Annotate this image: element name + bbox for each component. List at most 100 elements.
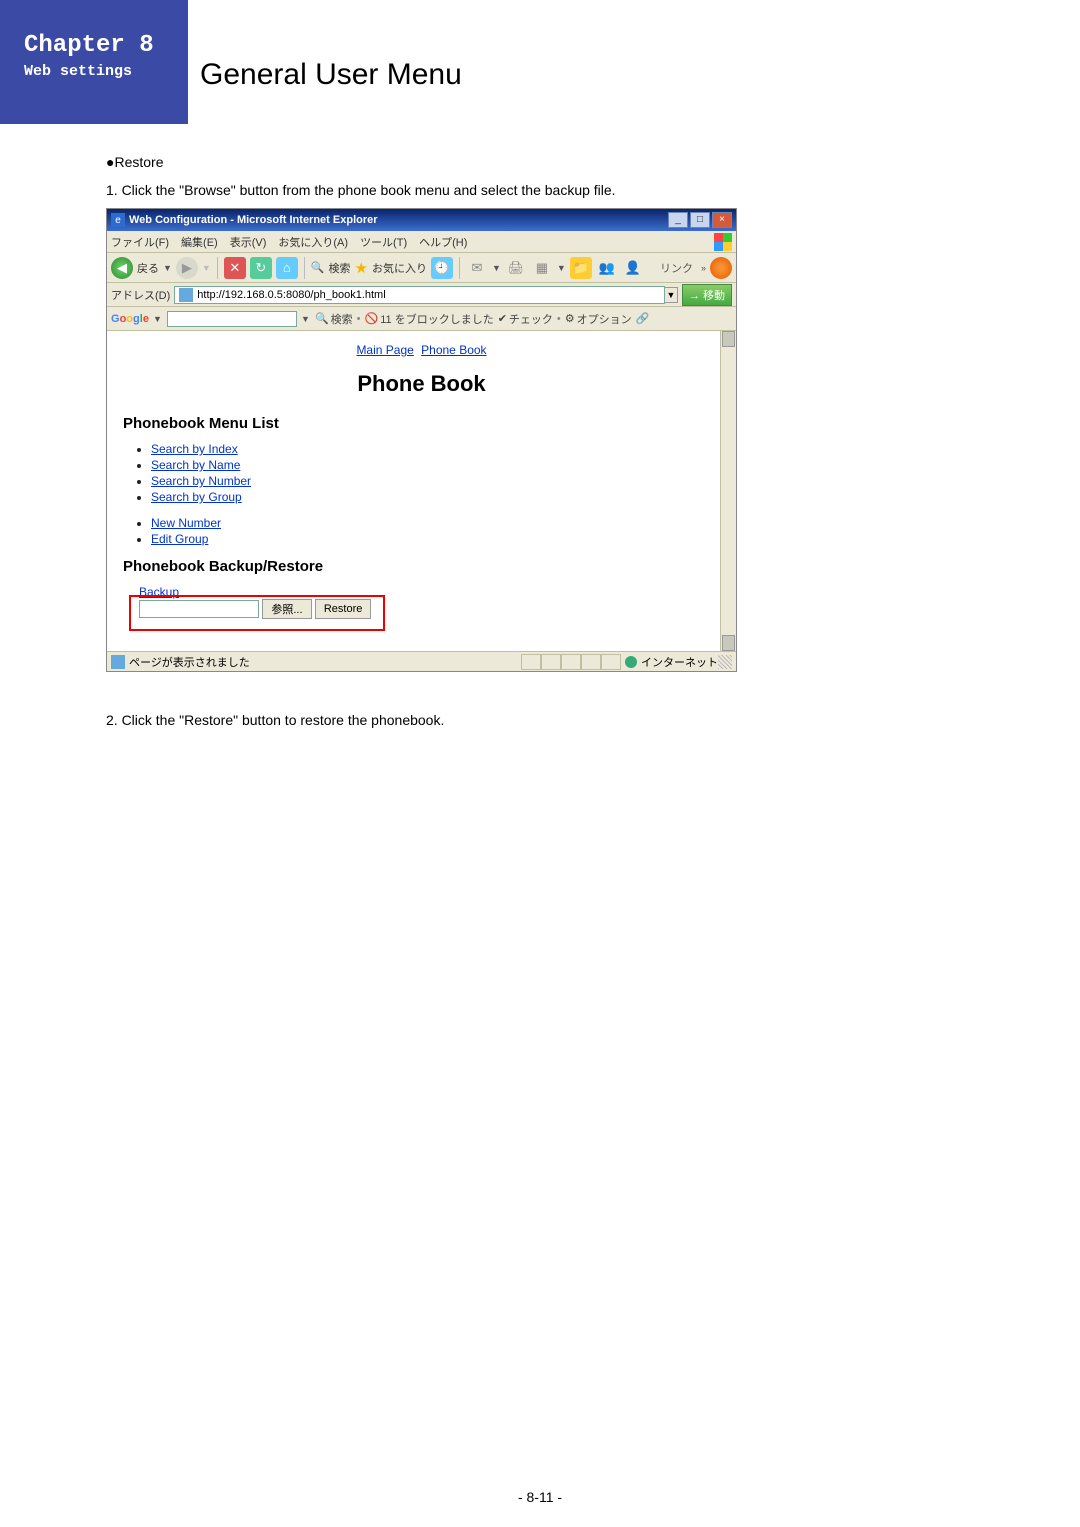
crumb-phone-book[interactable]: Phone Book [421, 343, 486, 357]
messenger-icon[interactable]: 👤 [622, 257, 644, 279]
ie-status-bar: ページが表示されました インターネット [107, 651, 736, 671]
google-dropdown-icon[interactable]: ▼ [153, 314, 163, 324]
address-dropdown-icon[interactable]: ▼ [664, 287, 678, 303]
scroll-up-icon[interactable] [722, 331, 735, 347]
backup-restore-row: Backup 参照... Restore [139, 585, 720, 619]
ie-window-screenshot: e Web Configuration - Microsoft Internet… [106, 208, 737, 672]
edit-icon[interactable]: ▦ [531, 257, 553, 279]
ie-titlebar: e Web Configuration - Microsoft Internet… [107, 209, 736, 231]
google-toolbar: Google ▼ ▼ 🔍 検索 • 🚫 11 をブロックしました ✔ チェック … [107, 307, 736, 331]
links-chevron-icon[interactable]: » [701, 263, 706, 273]
breadcrumb: Main Page Phone Book [123, 343, 720, 357]
go-button[interactable]: → 移動 [682, 284, 732, 306]
edit-dropdown-icon[interactable]: ▼ [557, 263, 566, 273]
phonebook-title: Phone Book [123, 371, 720, 397]
link-search-by-number[interactable]: Search by Number [151, 474, 251, 488]
google-logo[interactable]: Google [111, 313, 149, 325]
list-item: Search by Index [151, 442, 720, 456]
google-options-button[interactable]: ⚙ オプション [565, 311, 632, 327]
page-title: General User Menu [200, 58, 1080, 92]
links-label[interactable]: リンク [660, 260, 693, 276]
address-label: アドレス(D) [111, 287, 170, 303]
google-input-dropdown-icon[interactable]: ▼ [301, 314, 311, 324]
chapter-subtitle: Web settings [24, 63, 188, 80]
status-page-icon [111, 655, 125, 669]
page-icon [179, 288, 193, 302]
zone-label: インターネット [641, 654, 718, 670]
ie-address-bar: アドレス(D) http://192.168.0.5:8080/ph_book1… [107, 283, 736, 307]
toolbar-separator [304, 257, 305, 279]
restore-button[interactable]: Restore [315, 599, 372, 619]
google-search-button[interactable]: 🔍 検索 [315, 311, 353, 327]
vertical-scrollbar[interactable] [720, 331, 736, 651]
link-edit-group[interactable]: Edit Group [151, 532, 208, 546]
back-button-icon[interactable]: ◀ [111, 257, 133, 279]
browse-button[interactable]: 参照... [262, 599, 311, 619]
discuss-icon[interactable]: 👥 [596, 257, 618, 279]
page-number: - 8-11 - [0, 1489, 1080, 1505]
crumb-main-page[interactable]: Main Page [356, 343, 413, 357]
page-content-area: Main Page Phone Book Phone Book Phoneboo… [107, 331, 736, 651]
google-search-input[interactable] [167, 311, 297, 327]
ie-window-title: Web Configuration - Microsoft Internet E… [129, 214, 668, 226]
chapter-label: Chapter 8 [24, 32, 188, 59]
menu-file[interactable]: ファイル(F) [111, 234, 169, 250]
forward-dropdown-icon: ▼ [202, 263, 211, 273]
refresh-button-icon[interactable]: ↻ [250, 257, 272, 279]
google-sep: • [357, 313, 361, 325]
mail-icon[interactable]: ✉ [466, 257, 488, 279]
internet-zone-icon [625, 656, 637, 668]
minimize-button[interactable]: _ [668, 212, 688, 228]
menu-help[interactable]: ヘルプ(H) [419, 234, 467, 250]
link-search-by-index[interactable]: Search by Index [151, 442, 238, 456]
link-search-by-name[interactable]: Search by Name [151, 458, 240, 472]
ie-toolbar: ◀ 戻る ▼ ▶ ▼ ✕ ↻ ⌂ 🔍 検索 ★ お気に入り 🕘 ✉ ▼ 🖨 ▦ … [107, 253, 736, 283]
search-icon[interactable]: 🔍 [311, 261, 325, 274]
home-button-icon[interactable]: ⌂ [276, 257, 298, 279]
favorites-label[interactable]: お気に入り [372, 260, 427, 276]
favorites-star-icon[interactable]: ★ [355, 259, 368, 277]
windows-logo-icon [714, 233, 732, 251]
phonebook-menu-list: Search by Index Search by Name Search by… [151, 442, 720, 504]
resize-grip-icon[interactable] [718, 655, 732, 669]
maximize-button[interactable]: □ [690, 212, 710, 228]
toolbar-separator [459, 257, 460, 279]
print-icon[interactable]: 🖨 [505, 257, 527, 279]
status-cells [521, 654, 621, 670]
address-input[interactable]: http://192.168.0.5:8080/ph_book1.html [174, 286, 665, 304]
link-backup[interactable]: Backup [139, 585, 179, 599]
google-blocked-button[interactable]: 🚫 11 をブロックしました [365, 311, 494, 327]
list-item: Search by Number [151, 474, 720, 488]
toolbar-separator [217, 257, 218, 279]
scroll-down-icon[interactable] [722, 635, 735, 651]
status-text: ページが表示されました [129, 654, 250, 670]
sidebar-header: Chapter 8 Web settings [0, 0, 188, 124]
ie-app-icon: e [111, 213, 125, 227]
menu-edit[interactable]: 編集(E) [181, 234, 218, 250]
menu-tools[interactable]: ツール(T) [360, 234, 407, 250]
forward-button-icon[interactable]: ▶ [176, 257, 198, 279]
address-url: http://192.168.0.5:8080/ph_book1.html [197, 289, 385, 301]
link-search-by-group[interactable]: Search by Group [151, 490, 242, 504]
close-button[interactable]: × [712, 212, 732, 228]
list-item: Edit Group [151, 532, 720, 546]
step-2-text: 2. Click the "Restore" button to restore… [106, 712, 1080, 728]
throbber-icon [710, 257, 732, 279]
menu-view[interactable]: 表示(V) [230, 234, 267, 250]
menu-favorites[interactable]: お気に入り(A) [278, 234, 348, 250]
mail-dropdown-icon[interactable]: ▼ [492, 263, 501, 273]
search-label[interactable]: 検索 [329, 260, 351, 276]
link-new-number[interactable]: New Number [151, 516, 221, 530]
list-item: New Number [151, 516, 720, 530]
file-path-input[interactable] [139, 600, 259, 618]
folder-icon[interactable]: 📁 [570, 257, 592, 279]
back-label[interactable]: 戻る [137, 260, 159, 276]
google-link-icon[interactable]: 🔗 [636, 312, 650, 325]
stop-button-icon[interactable]: ✕ [224, 257, 246, 279]
step-1-text: 1. Click the "Browse" button from the ph… [106, 182, 1080, 198]
google-check-button[interactable]: ✔ チェック [498, 311, 553, 327]
back-dropdown-icon[interactable]: ▼ [163, 263, 172, 273]
phonebook-backup-heading: Phonebook Backup/Restore [123, 558, 720, 575]
phonebook-menu-list-2: New Number Edit Group [151, 516, 720, 546]
history-icon[interactable]: 🕘 [431, 257, 453, 279]
